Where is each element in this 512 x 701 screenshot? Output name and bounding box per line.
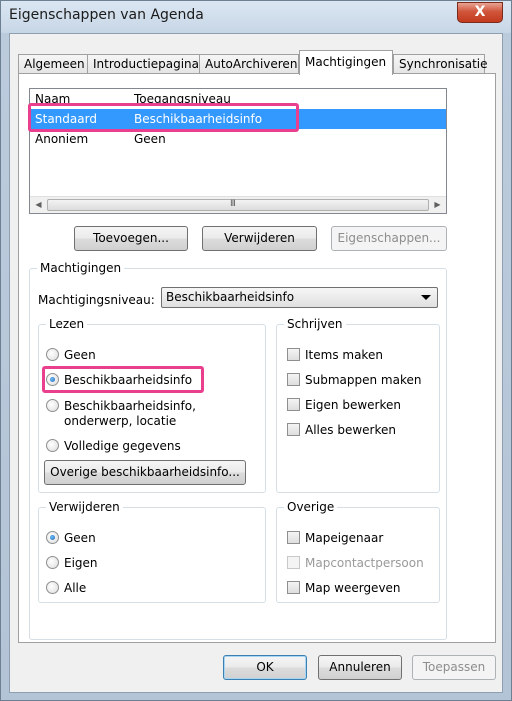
read-option-beschikbaarheidsinfo[interactable]: Beschikbaarheidsinfo <box>46 373 196 387</box>
checkbox-icon <box>287 423 300 436</box>
write-option-alles-bewerken[interactable]: Alles bewerken <box>287 423 427 437</box>
list-item-level: Beschikbaarheidsinfo <box>134 112 263 126</box>
checkbox-label: Items maken <box>305 348 383 362</box>
cancel-button[interactable]: Annuleren <box>318 655 402 680</box>
write-group-label: Schrijven <box>284 317 346 331</box>
tab-synchronisatie[interactable]: Synchronisatie <box>393 54 488 74</box>
close-icon: X <box>474 4 486 20</box>
delete-option-alle[interactable]: Alle <box>46 581 166 595</box>
checkbox-label: Eigen bewerken <box>305 398 401 412</box>
radio-icon <box>46 348 59 361</box>
read-option-volledige-gegevens[interactable]: Volledige gegevens <box>46 439 206 453</box>
radio-icon <box>46 556 59 569</box>
read-group-label: Lezen <box>46 317 88 331</box>
list-item-level: Geen <box>134 132 166 146</box>
checkbox-label: Submappen maken <box>305 373 422 387</box>
tab-autoarchiveren[interactable]: AutoArchiveren <box>199 54 299 74</box>
radio-label: Eigen <box>64 556 98 570</box>
write-group: Schrijven Items maken Submappen maken Ei… <box>276 317 440 493</box>
checkbox-label: Map weergeven <box>305 581 401 595</box>
delete-option-geen[interactable]: Geen <box>46 531 166 545</box>
tab-machtigingen[interactable]: Machtigingen <box>299 50 393 75</box>
column-header-toegangsniveau[interactable]: Toegangsniveau <box>134 89 231 109</box>
permissions-group: Machtigingen Machtigingsniveau: Beschikb… <box>29 261 447 640</box>
column-header-naam[interactable]: Naam <box>35 89 70 109</box>
radio-icon <box>46 399 59 412</box>
properties-button[interactable]: Eigenschappen... <box>331 226 447 251</box>
other-group: Overige Mapeigenaar Mapcontactpersoon Ma… <box>276 500 440 603</box>
other-option-mapeigenaar[interactable]: Mapeigenaar <box>287 531 427 545</box>
list-item-name: Anoniem <box>35 132 89 146</box>
scroll-left-icon[interactable]: ◀ <box>30 197 47 213</box>
radio-label: Geen <box>64 531 96 545</box>
tab-algemeen[interactable]: Algemeen <box>18 54 88 74</box>
scroll-thumb[interactable]: III <box>47 199 429 211</box>
radio-label: Alle <box>64 581 87 595</box>
permission-level-value: Beschikbaarheidsinfo <box>166 290 295 304</box>
permissions-group-label: Machtigingen <box>37 261 125 275</box>
checkbox-icon <box>287 398 300 411</box>
write-option-eigen-bewerken[interactable]: Eigen bewerken <box>287 398 427 412</box>
apply-button[interactable]: Toepassen <box>412 655 496 680</box>
scroll-grip-icon: III <box>230 199 236 209</box>
checkbox-icon <box>287 556 300 569</box>
ok-button[interactable]: OK <box>223 655 307 680</box>
write-option-submappen-maken[interactable]: Submappen maken <box>287 373 427 387</box>
scroll-right-icon[interactable]: ▶ <box>429 197 446 213</box>
other-group-label: Overige <box>284 500 338 514</box>
radio-icon <box>46 581 59 594</box>
radio-checked-icon <box>46 373 59 386</box>
list-item-anoniem[interactable]: Anoniem Geen <box>30 129 446 149</box>
window-title: Eigenschappen van Agenda <box>9 7 204 23</box>
dialog-window: Eigenschappen van Agenda X Algemeen Intr… <box>0 0 512 701</box>
tab-panel-machtigingen: Naam Toegangsniveau Standaard Beschikbaa… <box>18 73 496 643</box>
list-item-standaard[interactable]: Standaard Beschikbaarheidsinfo <box>30 109 446 129</box>
read-option-geen[interactable]: Geen <box>46 348 196 362</box>
horizontal-scrollbar[interactable]: ◀ III ▶ <box>30 196 446 213</box>
other-availability-button[interactable]: Overige beschikbaarheidsinfo... <box>44 460 246 485</box>
other-option-map-weergeven[interactable]: Map weergeven <box>287 581 427 595</box>
radio-label: Beschikbaarheidsinfo, <box>64 399 196 413</box>
write-option-items-maken[interactable]: Items maken <box>287 348 427 362</box>
dialog-client: Algemeen Introductiepagina AutoArchivere… <box>9 33 503 693</box>
radio-label: Volledige gegevens <box>64 439 181 453</box>
add-button[interactable]: Toevoegen... <box>74 226 188 251</box>
delete-option-eigen[interactable]: Eigen <box>46 556 166 570</box>
close-button[interactable]: X <box>457 2 503 23</box>
other-option-mapcontactpersoon[interactable]: Mapcontactpersoon <box>287 556 427 570</box>
radio-icon <box>46 439 59 452</box>
checkbox-label: Mapeigenaar <box>305 531 384 545</box>
read-option-beschikbaarheidsinfo-onderwerp-locatie[interactable]: Beschikbaarheidsinfo, onderwerp, locatie <box>46 399 226 429</box>
remove-button[interactable]: Verwijderen <box>202 226 317 251</box>
tab-introductiepagina[interactable]: Introductiepagina <box>87 54 200 74</box>
radio-checked-icon <box>46 531 59 544</box>
permission-level-select[interactable]: Beschikbaarheidsinfo <box>161 287 438 308</box>
radio-label: Beschikbaarheidsinfo <box>64 373 193 387</box>
chevron-down-icon <box>421 295 431 300</box>
checkbox-label: Alles bewerken <box>305 423 396 437</box>
list-item-name: Standaard <box>35 112 97 126</box>
permissions-list[interactable]: Naam Toegangsniveau Standaard Beschikbaa… <box>29 88 447 214</box>
checkbox-icon <box>287 348 300 361</box>
radio-label-line2: onderwerp, locatie <box>64 414 177 428</box>
title-bar: Eigenschappen van Agenda X <box>1 1 511 33</box>
delete-group-label: Verwijderen <box>46 500 123 514</box>
radio-label: Geen <box>64 348 96 362</box>
list-header: Naam Toegangsniveau <box>30 89 446 109</box>
permission-level-label: Machtigingsniveau: <box>38 293 155 307</box>
delete-group: Verwijderen Geen Eigen Alle <box>38 500 266 603</box>
checkbox-icon <box>287 373 300 386</box>
checkbox-icon <box>287 531 300 544</box>
checkbox-label: Mapcontactpersoon <box>305 556 424 570</box>
read-group: Lezen Geen Beschikbaarheidsinfo Beschikb… <box>38 317 266 493</box>
checkbox-icon <box>287 581 300 594</box>
